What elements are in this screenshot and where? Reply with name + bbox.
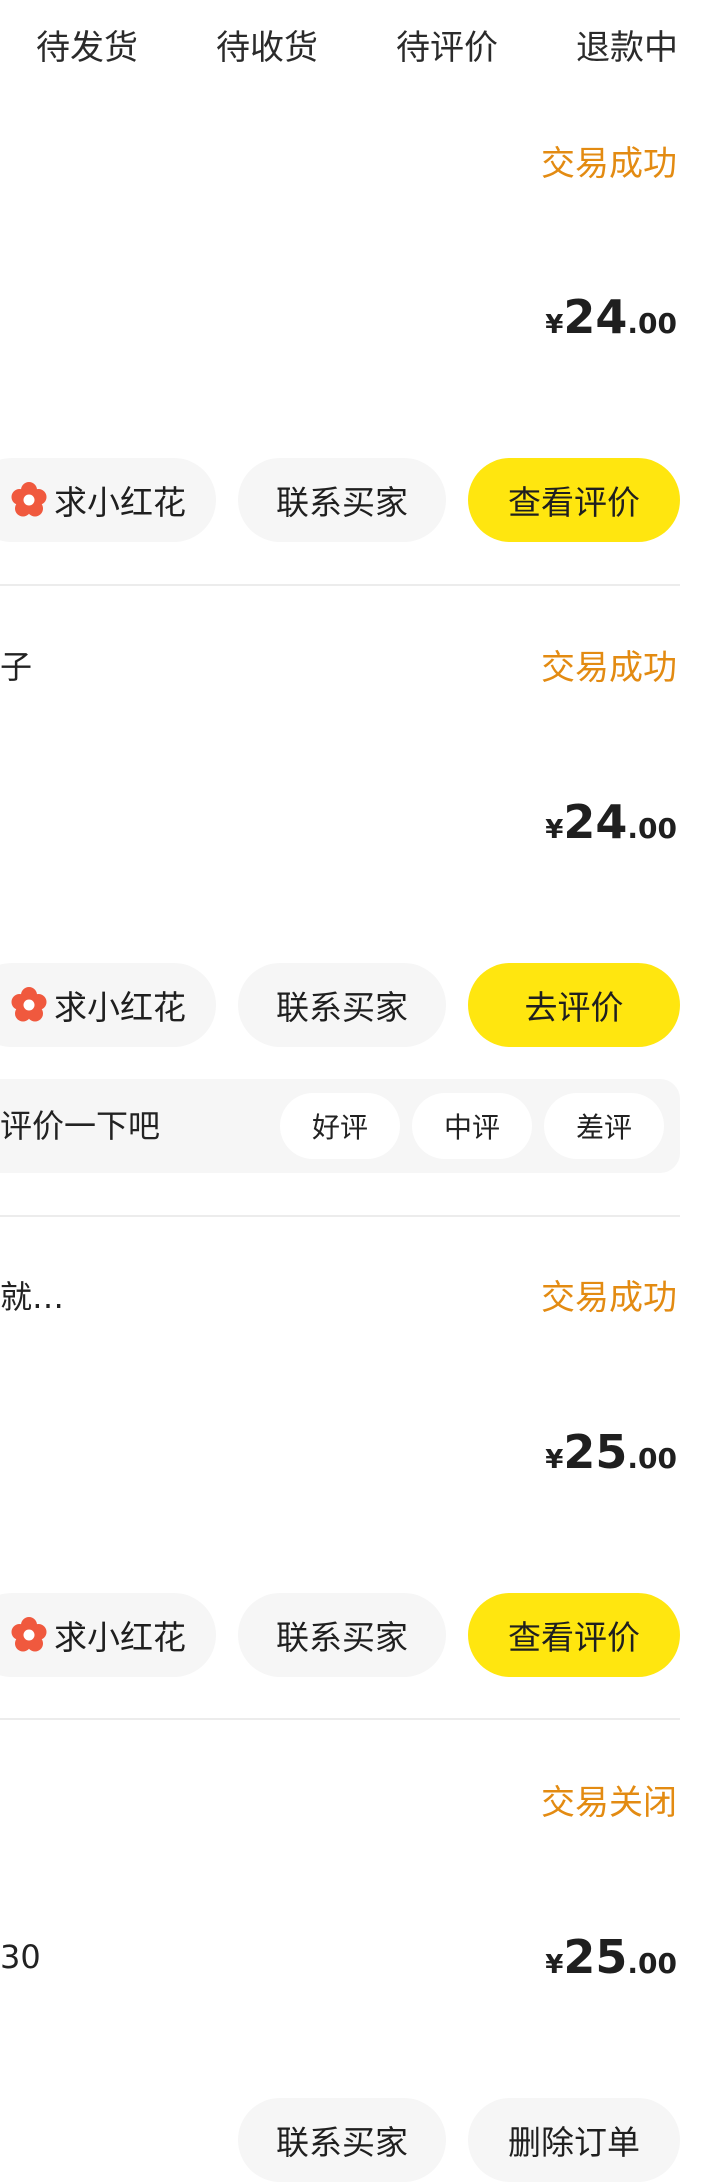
rate-bad-button[interactable]: 差评 <box>544 1093 664 1159</box>
ask-flower-button[interactable]: 求小红花 <box>0 458 216 542</box>
contact-buyer-button[interactable]: 联系买家 <box>238 458 446 542</box>
view-review-button[interactable]: 查看评价 <box>468 1593 680 1677</box>
price-integer: 24 <box>563 290 628 344</box>
order-title: 子 <box>0 648 33 686</box>
flower-icon <box>10 1616 48 1654</box>
price-integer: 24 <box>563 795 628 849</box>
order-status-tabs: 待发货 待收货 待评价 退款中 <box>0 0 721 118</box>
contact-buyer-button[interactable]: 联系买家 <box>238 963 446 1047</box>
order-price: ¥24.00 <box>545 290 677 344</box>
review-prompt: 评价一下吧 <box>0 1107 161 1145</box>
order-subtext: 30 <box>0 1938 41 1976</box>
order-status: 交易成功 <box>541 648 677 688</box>
flower-icon <box>10 481 48 519</box>
contact-buyer-button[interactable]: 联系买家 <box>238 1593 446 1677</box>
ask-flower-label: 求小红花 <box>54 988 186 1027</box>
quick-review-bar: 评价一下吧 好评 中评 差评 <box>0 1079 680 1173</box>
ask-flower-button[interactable]: 求小红花 <box>0 963 216 1047</box>
write-review-button[interactable]: 去评价 <box>468 963 680 1047</box>
order-price: ¥25.00 <box>545 1930 677 1984</box>
tab-pending-shipment[interactable]: 待发货 <box>36 28 138 68</box>
tab-pending-review[interactable]: 待评价 <box>396 28 498 68</box>
price-decimal: .00 <box>627 812 677 845</box>
order-status: 交易成功 <box>541 144 677 184</box>
price-currency: ¥ <box>545 1950 564 1980</box>
rate-neutral-button[interactable]: 中评 <box>412 1093 532 1159</box>
order-divider <box>0 1215 680 1217</box>
order-status: 交易成功 <box>541 1278 677 1318</box>
order-title: 就… <box>0 1278 65 1316</box>
price-integer: 25 <box>563 1425 628 1479</box>
price-currency: ¥ <box>545 1445 564 1475</box>
order-price: ¥24.00 <box>545 795 677 849</box>
order-divider <box>0 584 680 586</box>
tab-pending-receipt[interactable]: 待收货 <box>216 28 318 68</box>
rate-good-button[interactable]: 好评 <box>280 1093 400 1159</box>
contact-buyer-button[interactable]: 联系买家 <box>238 2098 446 2182</box>
ask-flower-label: 求小红花 <box>54 1618 186 1657</box>
price-decimal: .00 <box>627 1442 677 1475</box>
tab-refunding[interactable]: 退款中 <box>576 28 678 68</box>
price-decimal: .00 <box>627 1947 677 1980</box>
price-decimal: .00 <box>627 307 677 340</box>
order-divider <box>0 1718 680 1720</box>
flower-icon <box>10 986 48 1024</box>
order-status: 交易关闭 <box>541 1783 677 1823</box>
price-currency: ¥ <box>545 310 564 340</box>
ask-flower-button[interactable]: 求小红花 <box>0 1593 216 1677</box>
order-price: ¥25.00 <box>545 1425 677 1479</box>
view-review-button[interactable]: 查看评价 <box>468 458 680 542</box>
delete-order-button[interactable]: 删除订单 <box>468 2098 680 2182</box>
price-integer: 25 <box>563 1930 628 1984</box>
ask-flower-label: 求小红花 <box>54 483 186 522</box>
price-currency: ¥ <box>545 815 564 845</box>
